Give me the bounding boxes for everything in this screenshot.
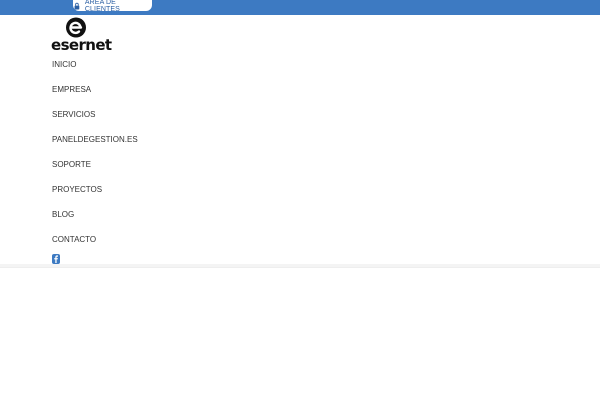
client-area-label: ÁREA DE CLIENTES	[84, 0, 120, 13]
client-area-button[interactable]: ÁREA DE CLIENTES	[73, 0, 152, 13]
nav-item-soporte[interactable]: SOPORTE	[52, 160, 91, 169]
site-logo[interactable]: esernet	[51, 16, 112, 54]
nav-item-paneldegestion[interactable]: PANELDEGESTION.ES	[52, 135, 138, 144]
facebook-link[interactable]	[52, 254, 60, 264]
nav-item-blog[interactable]: BLOG	[52, 210, 74, 219]
nav-item-empresa[interactable]: EMPRESA	[52, 85, 91, 94]
nav-item-servicios[interactable]: SERVICIOS	[52, 110, 95, 119]
header-divider	[0, 264, 600, 268]
logo-text: esernet	[51, 36, 112, 54]
facebook-icon	[54, 255, 58, 263]
nav-item-proyectos[interactable]: PROYECTOS	[52, 185, 102, 194]
nav-item-contacto[interactable]: CONTACTO	[52, 235, 96, 244]
top-bar: ÁREA DE CLIENTES	[0, 0, 600, 15]
nav-item-inicio[interactable]: INICIO	[52, 60, 76, 69]
lock-icon	[74, 2, 80, 10]
